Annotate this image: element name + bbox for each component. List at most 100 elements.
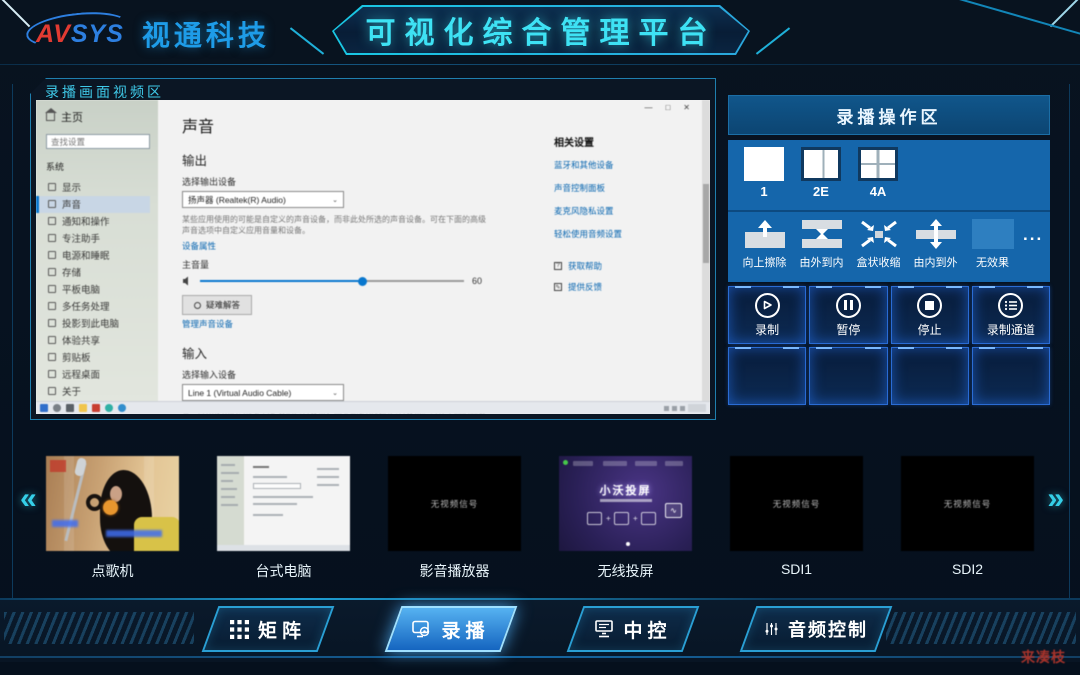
home-label: 主页 bbox=[61, 109, 83, 125]
troubleshoot-button[interactable]: 疑难解答 bbox=[182, 295, 252, 315]
layout-button-4a[interactable]: 4A bbox=[858, 147, 898, 210]
device-properties-link[interactable]: 设备属性 bbox=[182, 240, 490, 252]
tablet-icon bbox=[48, 285, 56, 293]
wifi-icon: ∿ bbox=[665, 503, 682, 518]
nav-audio-control-button[interactable]: 音频控制 bbox=[740, 606, 893, 652]
scrollbar[interactable] bbox=[702, 100, 710, 401]
settings-item-focus[interactable]: 专注助手 bbox=[46, 230, 150, 247]
control-slot-empty[interactable] bbox=[972, 347, 1050, 405]
volume-thumb[interactable] bbox=[358, 277, 367, 286]
window-controls: — □ ✕ bbox=[644, 103, 690, 112]
control-slot-empty[interactable] bbox=[728, 347, 806, 405]
source-wireless-cast[interactable]: 小沃投屏 + + ∿ 无线投屏 bbox=[559, 456, 692, 581]
transition-wipe-up[interactable]: 向上擦除 bbox=[736, 219, 793, 270]
related-link-ease-audio[interactable]: 轻松使用音频设置 bbox=[554, 228, 676, 240]
transition-outside-in[interactable]: 由外到内 bbox=[793, 219, 850, 270]
control-slot-empty[interactable] bbox=[891, 347, 969, 405]
volume-slider[interactable] bbox=[200, 280, 464, 282]
related-link-sound-panel[interactable]: 声音控制面板 bbox=[554, 182, 676, 194]
bottom-navbar: 矩阵 录播 中控 音频控制 bbox=[0, 598, 1080, 662]
power-icon bbox=[48, 251, 56, 259]
video-feed[interactable]: 主页 系统 显示 声音 通知和操作 专注助手 电源和睡眠 存储 平板电脑 多任务… bbox=[36, 100, 710, 414]
remote-icon bbox=[48, 370, 56, 378]
source-thumbnails-strip: « » 点歌机 bbox=[0, 440, 1080, 592]
manage-devices-link[interactable]: 管理声音设备 bbox=[182, 318, 490, 330]
layout-row: 1 2E 4A bbox=[728, 140, 1050, 212]
central-control-icon bbox=[594, 620, 614, 638]
settings-item-display[interactable]: 显示 bbox=[46, 179, 150, 196]
minimize-button[interactable]: — bbox=[644, 103, 652, 112]
maximize-button[interactable]: □ bbox=[665, 103, 670, 112]
prev-sources-arrow[interactable]: « bbox=[20, 482, 37, 516]
settings-item-sound[interactable]: 声音 bbox=[36, 196, 150, 213]
wipe-up-icon bbox=[744, 219, 786, 249]
pause-button[interactable]: 暂停 bbox=[809, 286, 887, 344]
desktop-thumbnail[interactable] bbox=[217, 456, 350, 551]
settings-item-multitask[interactable]: 多任务处理 bbox=[46, 298, 150, 315]
scrollbar-thumb[interactable] bbox=[703, 184, 709, 262]
settings-home-item[interactable]: 主页 bbox=[46, 109, 150, 125]
layout-button-2e[interactable]: 2E bbox=[801, 147, 841, 210]
transition-box-shrink[interactable]: 盒状收缩 bbox=[850, 219, 907, 270]
karaoke-thumbnail[interactable] bbox=[46, 456, 179, 551]
taskbar-app-icon[interactable] bbox=[105, 404, 113, 412]
more-transitions-button[interactable]: ... bbox=[1023, 225, 1043, 245]
deco-line bbox=[0, 598, 1080, 600]
related-link-mic-privacy[interactable]: 麦克风隐私设置 bbox=[554, 205, 676, 217]
control-slot-empty[interactable] bbox=[809, 347, 887, 405]
avsys-logo: AVSYS bbox=[36, 20, 124, 49]
taskbar-search-icon[interactable] bbox=[53, 404, 61, 412]
settings-item-power[interactable]: 电源和睡眠 bbox=[46, 247, 150, 264]
nav-matrix-button[interactable]: 矩阵 bbox=[202, 606, 335, 652]
input-section-title: 输入 bbox=[182, 343, 490, 362]
input-device-dropdown[interactable]: Line 1 (Virtual Audio Cable) ⌄ bbox=[182, 384, 344, 401]
source-sdi1[interactable]: 无视频信号 SDI1 bbox=[730, 456, 863, 581]
sdi1-thumbnail[interactable]: 无视频信号 bbox=[730, 456, 863, 551]
settings-item-remote[interactable]: 远程桌面 bbox=[46, 366, 150, 383]
settings-search-input[interactable] bbox=[46, 134, 150, 149]
source-karaoke[interactable]: 点歌机 bbox=[46, 456, 179, 581]
display-icon bbox=[48, 183, 56, 191]
get-help-link[interactable]: ? 获取帮助 bbox=[554, 260, 676, 272]
nav-recording-button[interactable]: 录播 bbox=[385, 606, 518, 652]
clipboard-icon bbox=[48, 353, 56, 361]
start-button-icon[interactable] bbox=[40, 404, 48, 412]
sdi2-thumbnail[interactable]: 无视频信号 bbox=[901, 456, 1034, 551]
settings-item-projecting[interactable]: 投影到此电脑 bbox=[46, 315, 150, 332]
next-sources-arrow[interactable]: » bbox=[1047, 482, 1064, 516]
transition-inside-out[interactable]: 由内到外 bbox=[907, 219, 964, 270]
close-button[interactable]: ✕ bbox=[683, 103, 690, 112]
record-channel-button[interactable]: 录制通道 bbox=[972, 286, 1050, 344]
feedback-link[interactable]: ✎ 提供反馈 bbox=[554, 281, 676, 293]
taskbar-app-icon[interactable] bbox=[118, 404, 126, 412]
settings-item-tablet[interactable]: 平板电脑 bbox=[46, 281, 150, 298]
nav-central-control-button[interactable]: 中控 bbox=[567, 606, 700, 652]
settings-item-clipboard[interactable]: 剪贴板 bbox=[46, 349, 150, 366]
layout-button-1[interactable]: 1 bbox=[744, 147, 784, 210]
record-button[interactable]: 录制 bbox=[728, 286, 806, 344]
stop-button[interactable]: 停止 bbox=[891, 286, 969, 344]
help-icon: ? bbox=[554, 262, 562, 270]
no-signal-text: 无视频信号 bbox=[901, 456, 1034, 551]
output-device-dropdown[interactable]: 扬声器 (Realtek(R) Audio) ⌄ bbox=[182, 191, 344, 208]
settings-item-notifications[interactable]: 通知和操作 bbox=[46, 213, 150, 230]
taskbar-app-icon[interactable] bbox=[92, 404, 100, 412]
box-shrink-icon bbox=[858, 219, 900, 249]
file-explorer-icon[interactable] bbox=[79, 404, 87, 412]
source-label: SDI2 bbox=[952, 561, 983, 577]
media-player-thumbnail[interactable]: 无视频信号 bbox=[388, 456, 521, 551]
source-desktop-pc[interactable]: 台式电脑 bbox=[217, 456, 350, 581]
settings-item-about[interactable]: 关于 bbox=[46, 383, 150, 400]
settings-item-storage[interactable]: 存储 bbox=[46, 264, 150, 281]
source-sdi2[interactable]: 无视频信号 SDI2 bbox=[901, 456, 1034, 581]
source-media-player[interactable]: 无视频信号 影音播放器 bbox=[388, 456, 521, 581]
chevron-down-icon: ⌄ bbox=[332, 196, 338, 204]
transition-none[interactable]: 无效果 bbox=[964, 219, 1021, 270]
feedback-icon: ✎ bbox=[554, 283, 562, 291]
company-name: 视通科技 bbox=[142, 14, 270, 54]
task-view-icon[interactable] bbox=[66, 404, 74, 412]
matrix-icon bbox=[230, 620, 249, 639]
related-link-bluetooth[interactable]: 蓝牙和其他设备 bbox=[554, 159, 676, 171]
settings-item-shared[interactable]: 体验共享 bbox=[46, 332, 150, 349]
wireless-cast-thumbnail[interactable]: 小沃投屏 + + ∿ bbox=[559, 456, 692, 551]
